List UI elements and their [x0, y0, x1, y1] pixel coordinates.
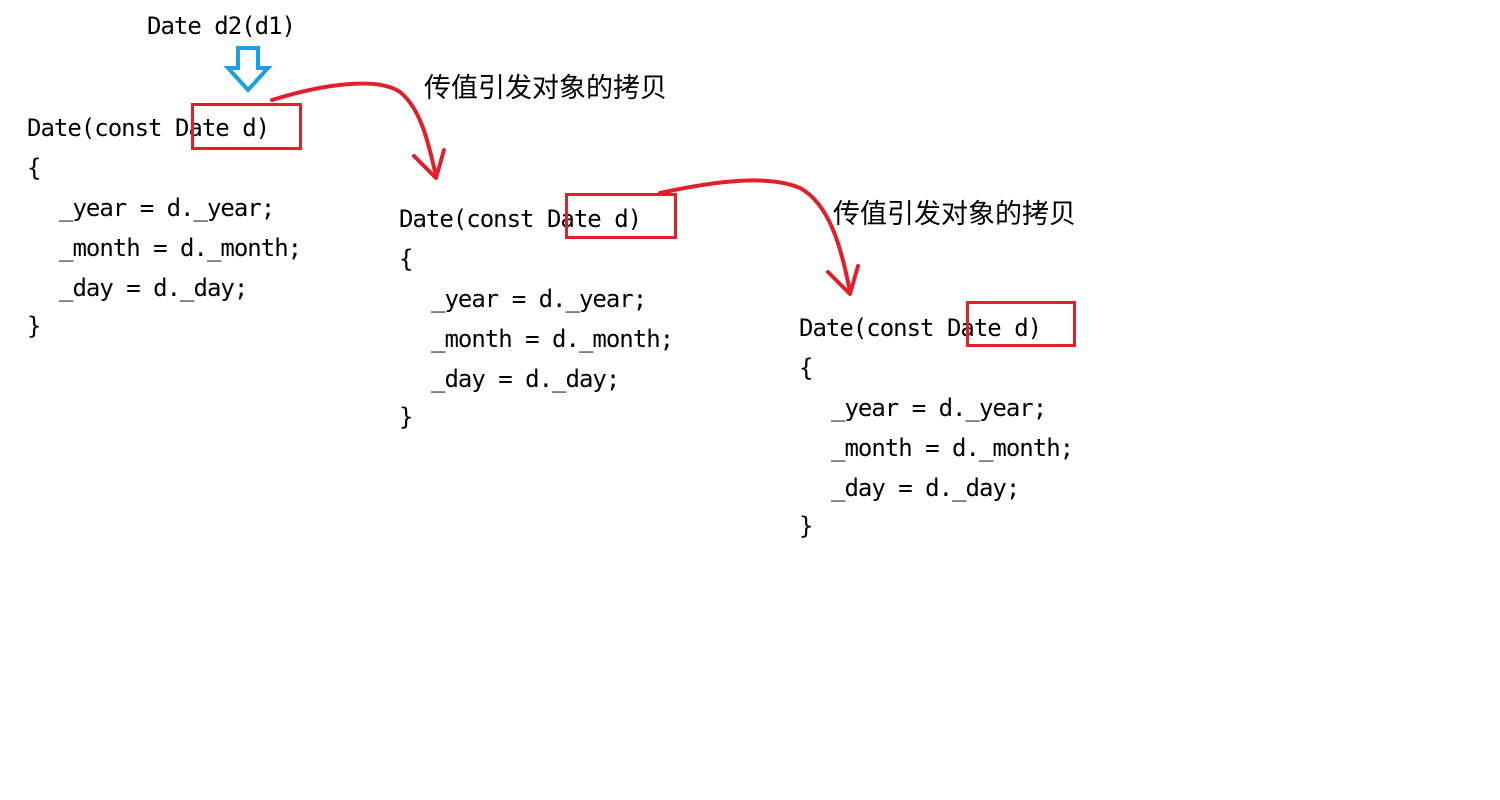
close-brace: }	[399, 403, 413, 431]
code-line-year: _year = d._year;	[831, 394, 1047, 422]
code-line-year: _year = d._year;	[59, 194, 275, 222]
code-line-month: _month = d._month;	[831, 434, 1074, 462]
signature-prefix: Date(const	[27, 114, 175, 142]
curved-arrow-2	[658, 178, 852, 294]
code-line-day: _day = d._day;	[59, 274, 248, 302]
caption-1: 传值引发对象的拷贝	[424, 73, 667, 104]
signature-prefix: Date(const	[399, 205, 547, 233]
param-highlight-box	[565, 193, 677, 239]
arrowhead-2-icon	[826, 264, 860, 296]
caption-2: 传值引发对象的拷贝	[833, 199, 1076, 230]
code-line-month: _month = d._month;	[431, 325, 674, 353]
code-line-year: _year = d._year;	[431, 285, 647, 313]
code-line-month: _month = d._month;	[59, 234, 302, 262]
close-brace: }	[799, 512, 813, 540]
close-brace: }	[27, 312, 41, 340]
open-brace: {	[399, 245, 413, 273]
code-line-day: _day = d._day;	[431, 365, 620, 393]
code-line-day: _day = d._day;	[831, 474, 1020, 502]
param-highlight-box	[191, 103, 302, 150]
signature-prefix: Date(const	[799, 314, 947, 342]
down-arrow-icon	[223, 46, 273, 93]
open-brace: {	[799, 354, 813, 382]
param-highlight-box	[966, 301, 1076, 347]
open-brace: {	[27, 154, 41, 182]
